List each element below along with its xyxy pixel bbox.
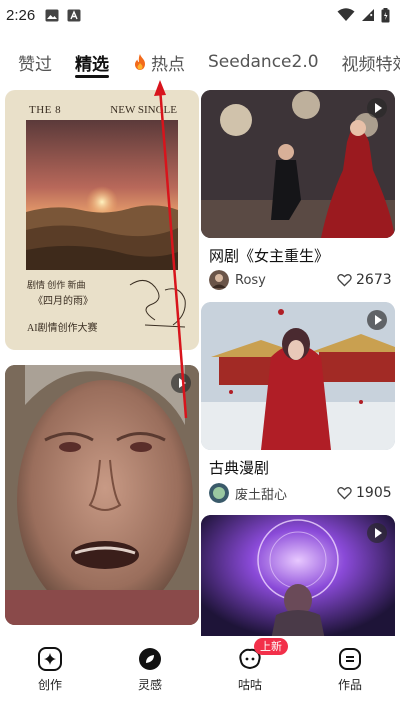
new-badge: 上新 xyxy=(254,638,288,655)
ballroom-scene-image xyxy=(201,90,395,238)
poster-author-line: 剧情 创作 新曲 xyxy=(27,280,86,290)
poster-heading-right: NEW SINGLE xyxy=(110,104,177,116)
wifi-icon xyxy=(337,8,355,21)
heart-icon xyxy=(337,487,352,500)
image-icon xyxy=(45,9,59,21)
compass-icon xyxy=(139,648,161,670)
poster-desert-image xyxy=(26,120,178,270)
tab-label: 视频特效 xyxy=(341,54,400,75)
card-author[interactable]: 废土甜心 xyxy=(209,483,287,503)
crying-woman-card[interactable] xyxy=(5,365,199,625)
tab-label: Seedance2.0 xyxy=(208,52,319,72)
palace-scene-image xyxy=(201,302,395,450)
nav-gugu[interactable]: 咕咕 上新 xyxy=(200,636,300,711)
tab-liked[interactable]: 赞过 xyxy=(18,42,52,82)
nav-label: 灵感 xyxy=(137,678,162,692)
poster-heading-left: THE 8 xyxy=(29,104,62,116)
tab-label: 热点 xyxy=(151,54,185,75)
tab-label: 赞过 xyxy=(18,54,52,75)
flame-icon xyxy=(135,54,145,70)
drama-card-image[interactable] xyxy=(201,90,395,238)
nav-create[interactable]: 创作 xyxy=(0,636,100,711)
nav-label: 作品 xyxy=(337,678,362,692)
fantasy-scene-image xyxy=(201,515,395,636)
poster-card[interactable]: THE 8 NEW SINGLE 剧情 创作 新曲 《四月的雨》 AI剧情创作大… xyxy=(5,90,199,350)
play-icon xyxy=(171,373,191,393)
signal-icon xyxy=(362,9,374,21)
author-name: Rosy xyxy=(235,272,266,288)
nav-label: 咕咕 xyxy=(237,678,262,692)
nav-label: 创作 xyxy=(37,678,62,692)
tab-label: 精选 xyxy=(75,54,109,75)
like-count-value: 2673 xyxy=(356,272,392,288)
poster-caption: 《四月的雨》 xyxy=(33,296,93,307)
feed-grid: THE 8 NEW SINGLE 剧情 创作 新曲 《四月的雨》 AI剧情创作大… xyxy=(0,90,400,636)
works-icon xyxy=(339,648,361,670)
tab-featured[interactable]: 精选 xyxy=(75,42,109,82)
card-author[interactable]: Rosy xyxy=(209,270,266,290)
like-count[interactable]: 1905 xyxy=(337,485,392,501)
avatar xyxy=(209,270,229,290)
fantasy-card-image[interactable] xyxy=(201,515,395,636)
poster-event-name: AI剧情创作大赛 xyxy=(27,323,98,334)
play-icon xyxy=(367,310,387,330)
play-icon xyxy=(367,523,387,543)
tab-seedance[interactable]: Seedance2.0 xyxy=(208,42,319,82)
tab-video-effects[interactable]: 视频特效 xyxy=(342,42,400,82)
status-bar: 2:26 xyxy=(0,0,400,30)
battery-icon xyxy=(381,7,390,22)
poster-sketch-doodle xyxy=(129,280,186,328)
category-tabs: 赞过 精选 热点 Seedance2.0 视频特效 xyxy=(0,42,400,86)
crying-woman-image xyxy=(5,365,199,625)
heart-icon xyxy=(337,274,352,287)
card-title[interactable]: 古典漫剧 xyxy=(209,457,269,478)
nav-inspiration[interactable]: 灵感 xyxy=(100,636,200,711)
bottom-nav: 创作 灵感 咕咕 上新 作品 xyxy=(0,636,400,711)
like-count[interactable]: 2673 xyxy=(337,272,392,288)
nav-works[interactable]: 作品 xyxy=(300,636,400,711)
status-time: 2:26 xyxy=(6,6,36,24)
card-title[interactable]: 网剧《女主重生》 xyxy=(209,245,329,266)
sparkle-icon xyxy=(38,647,62,671)
palace-card-image[interactable] xyxy=(201,302,395,450)
tab-trending[interactable]: 热点 xyxy=(132,42,185,82)
like-count-value: 1905 xyxy=(356,485,392,501)
play-icon xyxy=(367,98,387,118)
author-name: 废土甜心 xyxy=(235,487,288,503)
avatar xyxy=(209,483,229,503)
a-box-icon xyxy=(67,9,81,21)
